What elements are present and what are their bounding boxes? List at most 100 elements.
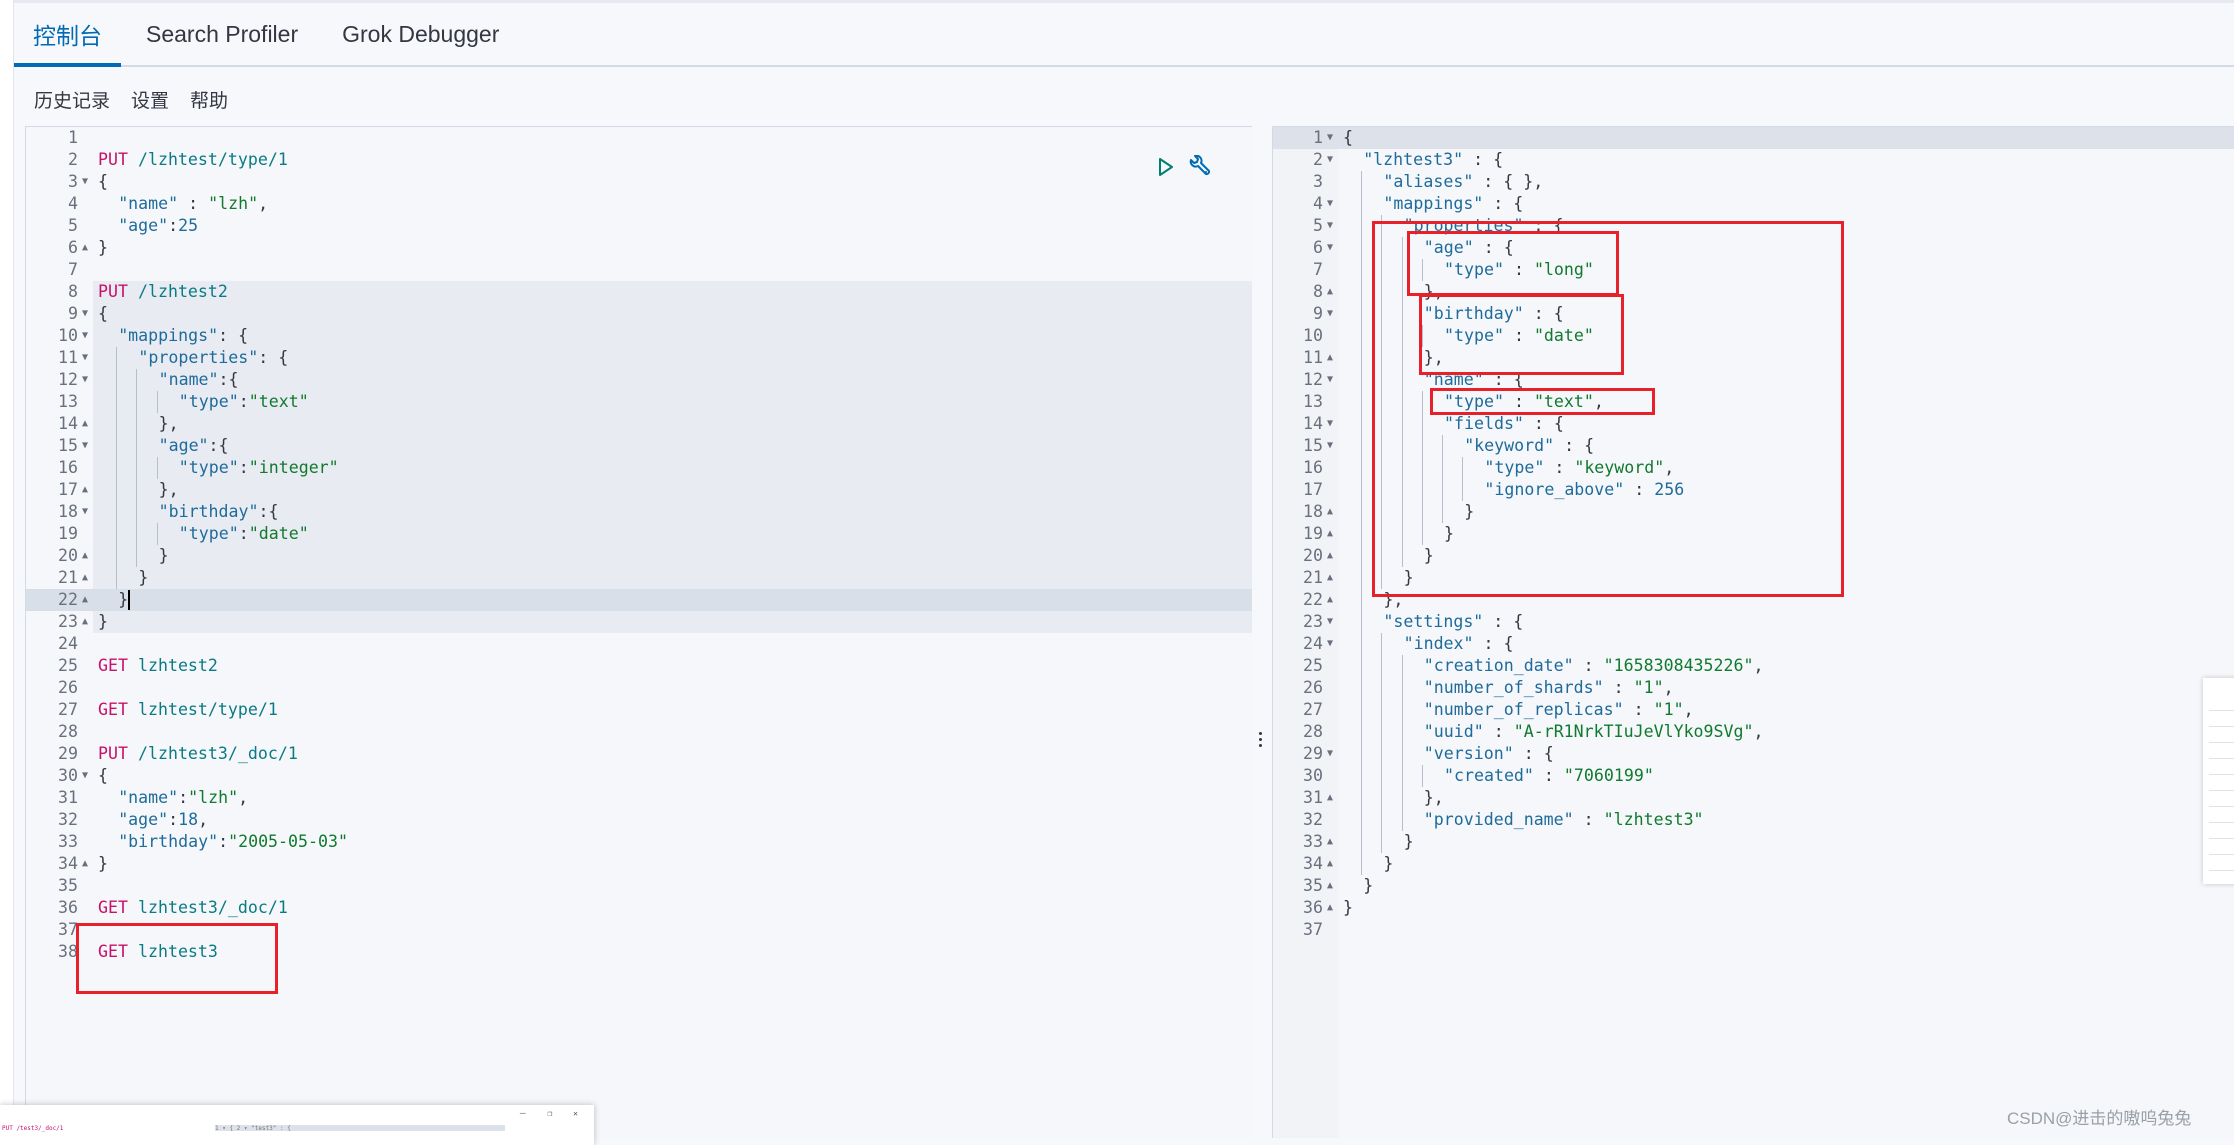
token-key: "age" bbox=[118, 810, 169, 829]
thumbnail-row-line bbox=[2209, 806, 2234, 807]
request-line: 4 "name" : "lzh", bbox=[26, 193, 1252, 215]
fold-caret-up-icon[interactable]: ▲ bbox=[1327, 501, 1333, 523]
token-method: PUT bbox=[98, 744, 128, 763]
indent-guide bbox=[1381, 391, 1383, 413]
fold-caret-up-icon[interactable]: ▲ bbox=[82, 479, 88, 501]
tab-console[interactable]: 控制台 bbox=[14, 3, 121, 67]
fold-caret-up-icon[interactable]: ▲ bbox=[82, 611, 88, 633]
request-line: 34 ▲} bbox=[26, 853, 1252, 875]
code-text: }, bbox=[1424, 347, 1444, 369]
token-str: "A-rR1NrkTIuJeVlYko9SVg" bbox=[1513, 722, 1754, 741]
request-line: 6 ▲} bbox=[26, 237, 1252, 259]
token-key: "name" bbox=[118, 194, 179, 213]
token-url: lzhtest3/_doc/1 bbox=[137, 898, 288, 917]
fold-caret-up-icon[interactable]: ▲ bbox=[82, 545, 88, 567]
fold-caret-down-icon[interactable]: ▼ bbox=[1327, 743, 1333, 765]
fold-caret-down-icon[interactable]: ▼ bbox=[1327, 303, 1333, 325]
line-number: 4 bbox=[68, 194, 78, 213]
fold-caret-up-icon[interactable]: ▲ bbox=[1327, 875, 1333, 897]
left-edge-strip bbox=[0, 0, 14, 1138]
fold-caret-up-icon[interactable]: ▲ bbox=[82, 237, 88, 259]
line-number: 2 bbox=[1313, 150, 1323, 169]
panel-resizer[interactable] bbox=[1252, 126, 1272, 1138]
thumbnail-row-line bbox=[2209, 822, 2234, 823]
line-number: 6 bbox=[1313, 238, 1323, 257]
settings-link[interactable]: 设置 bbox=[131, 86, 169, 113]
fold-caret-up-icon[interactable]: ▲ bbox=[1327, 545, 1333, 567]
fold-caret-up-icon[interactable]: ▲ bbox=[1327, 853, 1333, 875]
fold-caret-down-icon[interactable]: ▼ bbox=[1327, 127, 1333, 149]
line-number: 15 bbox=[1303, 436, 1323, 455]
fold-caret-up-icon[interactable]: ▲ bbox=[1327, 281, 1333, 303]
fold-caret-down-icon[interactable]: ▼ bbox=[82, 435, 88, 457]
fold-caret-up-icon[interactable]: ▲ bbox=[1327, 831, 1333, 853]
fold-caret-down-icon[interactable]: ▼ bbox=[82, 369, 88, 391]
fold-caret-up-icon[interactable]: ▲ bbox=[1327, 897, 1333, 919]
line-number: 25 bbox=[1303, 656, 1323, 675]
code-text: "mappings" : { bbox=[1383, 193, 1523, 215]
fold-caret-up-icon[interactable]: ▲ bbox=[1327, 523, 1333, 545]
fold-caret-down-icon[interactable]: ▼ bbox=[1327, 435, 1333, 457]
indent-guide bbox=[1381, 501, 1383, 523]
indent-guide bbox=[156, 523, 158, 545]
play-icon[interactable] bbox=[1157, 157, 1175, 182]
code-text: "type" : "text", bbox=[1444, 391, 1604, 413]
fold-caret-down-icon[interactable]: ▼ bbox=[1327, 611, 1333, 633]
code-text: } bbox=[1464, 501, 1474, 523]
token-punc: } bbox=[1444, 524, 1454, 543]
fold-caret-down-icon[interactable]: ▼ bbox=[82, 501, 88, 523]
fold-caret-up-icon[interactable]: ▲ bbox=[1327, 787, 1333, 809]
fold-caret-down-icon[interactable]: ▼ bbox=[82, 347, 88, 369]
fold-caret-down-icon[interactable]: ▼ bbox=[1327, 413, 1333, 435]
fold-caret-down-icon[interactable]: ▼ bbox=[1327, 237, 1333, 259]
token-key: "name" bbox=[1423, 370, 1484, 389]
code-text: "properties": { bbox=[138, 347, 288, 369]
fold-caret-up-icon[interactable]: ▲ bbox=[82, 413, 88, 435]
fold-caret-down-icon[interactable]: ▼ bbox=[82, 325, 88, 347]
code-text: "lzhtest3" : { bbox=[1363, 149, 1503, 171]
token-punc: : { bbox=[1523, 414, 1564, 433]
tab-grok-debugger[interactable]: Grok Debugger bbox=[323, 3, 518, 65]
token-key: "version" bbox=[1423, 744, 1514, 763]
indent-guide bbox=[1381, 303, 1383, 325]
indent-guide bbox=[1361, 259, 1363, 281]
fold-caret-up-icon[interactable]: ▲ bbox=[1327, 567, 1333, 589]
resize-handle-icon[interactable] bbox=[1259, 732, 1262, 747]
fold-caret-up-icon[interactable]: ▲ bbox=[1327, 347, 1333, 369]
wrench-icon[interactable] bbox=[1187, 154, 1211, 184]
response-line: 9 ▼ "birthday" : { bbox=[1273, 303, 2234, 325]
token-punc: : { bbox=[1523, 216, 1564, 235]
tab-search-profiler[interactable]: Search Profiler bbox=[127, 3, 317, 65]
token-punc: : bbox=[238, 524, 249, 543]
fold-caret-down-icon[interactable]: ▼ bbox=[1327, 369, 1333, 391]
fold-caret-up-icon[interactable]: ▲ bbox=[82, 567, 88, 589]
help-link[interactable]: 帮助 bbox=[190, 86, 228, 113]
indent-guide bbox=[1361, 809, 1363, 831]
indent-guide bbox=[1361, 589, 1363, 611]
indent-guide bbox=[1401, 787, 1403, 809]
code-text: "version" : { bbox=[1424, 743, 1554, 765]
fold-caret-down-icon[interactable]: ▼ bbox=[1327, 215, 1333, 237]
fold-caret-down-icon[interactable]: ▼ bbox=[1327, 193, 1333, 215]
thumbnail-row-line bbox=[2209, 774, 2234, 775]
fold-caret-down-icon[interactable]: ▼ bbox=[82, 303, 88, 325]
request-line: 30 ▼ { bbox=[26, 765, 1252, 787]
indent-guide bbox=[1401, 699, 1403, 721]
fold-caret-up-icon[interactable]: ▲ bbox=[82, 853, 88, 875]
history-link[interactable]: 历史记录 bbox=[34, 86, 110, 113]
fold-caret-down-icon[interactable]: ▼ bbox=[1327, 633, 1333, 655]
token-punc: : { bbox=[1554, 436, 1595, 455]
code-text: "mappings": { bbox=[118, 325, 248, 347]
request-editor[interactable]: 1 2 PUT /lzhtest/type/1 3 ▼{4 "name" : "lzh",… bbox=[25, 126, 1252, 1138]
indent-guide bbox=[1401, 237, 1403, 259]
fold-caret-down-icon[interactable]: ▼ bbox=[1327, 149, 1333, 171]
fold-caret-up-icon[interactable]: ▲ bbox=[1327, 589, 1333, 611]
fold-caret-up-icon[interactable]: ▲ bbox=[82, 589, 88, 611]
fold-caret-down-icon[interactable]: ▼ bbox=[82, 765, 88, 787]
line-number: 18 bbox=[58, 502, 78, 521]
fold-caret-down-icon[interactable]: ▼ bbox=[82, 171, 88, 193]
token-str: "keyword" bbox=[1574, 458, 1665, 477]
indent-guide bbox=[1381, 633, 1383, 655]
code-text: "type":"text" bbox=[179, 391, 309, 413]
indent-guide bbox=[1401, 523, 1403, 545]
